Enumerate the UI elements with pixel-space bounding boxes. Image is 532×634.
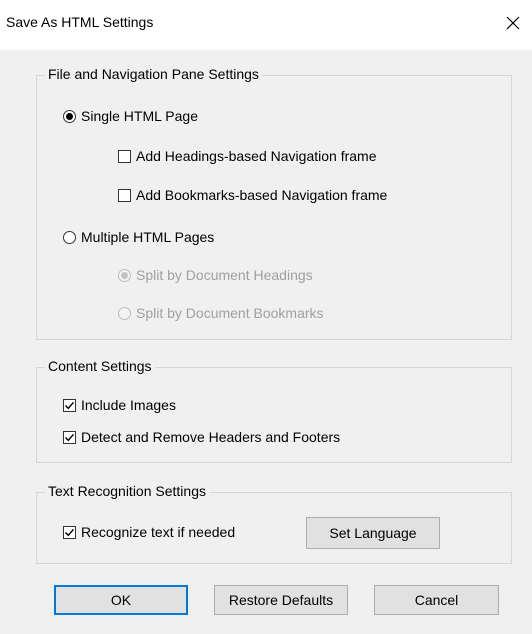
multiple-pages-label: Multiple HTML Pages [81, 229, 215, 245]
checkmark-icon [65, 528, 75, 536]
split-headings-radio[interactable]: Split by Document Headings [118, 267, 313, 283]
checkmark-icon [65, 401, 75, 409]
remove-headers-checkbox[interactable]: Detect and Remove Headers and Footers [63, 429, 340, 445]
split-bookmarks-radio[interactable]: Split by Document Bookmarks [118, 305, 324, 321]
text-recognition-legend: Text Recognition Settings [45, 483, 209, 499]
remove-headers-label: Detect and Remove Headers and Footers [81, 429, 341, 445]
checkmark-icon [65, 433, 75, 441]
single-page-radio-circle[interactable] [63, 109, 76, 123]
set-language-button[interactable]: Set Language [306, 517, 440, 549]
restore-defaults-button[interactable]: Restore Defaults [214, 585, 348, 615]
text-recognition-group: Text Recognition Settings Recognize text… [36, 483, 512, 564]
bookmarks-nav-checkbox-box[interactable] [118, 188, 131, 202]
multiple-pages-radio-circle[interactable] [63, 230, 76, 244]
content-group: Content Settings Include Images Detect a… [36, 358, 512, 463]
title-bar: Save As HTML Settings [0, 0, 532, 50]
cancel-button[interactable]: Cancel [374, 585, 499, 615]
recognize-text-checkbox-box[interactable] [63, 525, 76, 539]
recognize-text-checkbox[interactable]: Recognize text if needed [63, 524, 235, 540]
split-headings-label: Split by Document Headings [136, 267, 313, 283]
split-headings-radio-circle[interactable] [118, 268, 131, 282]
split-bookmarks-radio-circle[interactable] [118, 306, 131, 320]
split-bookmarks-label: Split by Document Bookmarks [136, 305, 324, 321]
headings-nav-checkbox[interactable]: Add Headings-based Navigation frame [118, 148, 376, 164]
remove-headers-checkbox-box[interactable] [63, 430, 76, 444]
single-page-label: Single HTML Page [81, 108, 198, 124]
bookmarks-nav-label: Add Bookmarks-based Navigation frame [136, 187, 388, 203]
include-images-checkbox[interactable]: Include Images [63, 397, 176, 413]
headings-nav-checkbox-box[interactable] [118, 149, 131, 163]
file-nav-legend: File and Navigation Pane Settings [45, 66, 262, 82]
dialog-title: Save As HTML Settings [6, 14, 154, 30]
bookmarks-nav-checkbox[interactable]: Add Bookmarks-based Navigation frame [118, 187, 387, 203]
include-images-checkbox-box[interactable] [63, 398, 76, 412]
recognize-text-label: Recognize text if needed [81, 524, 236, 540]
close-icon [506, 16, 520, 30]
single-page-radio[interactable]: Single HTML Page [63, 108, 198, 124]
file-nav-group: File and Navigation Pane Settings Single… [36, 66, 512, 340]
multiple-pages-radio[interactable]: Multiple HTML Pages [63, 229, 214, 245]
headings-nav-label: Add Headings-based Navigation frame [136, 148, 377, 164]
ok-button[interactable]: OK [54, 585, 188, 615]
close-button[interactable] [498, 8, 528, 38]
include-images-label: Include Images [81, 397, 176, 413]
content-legend: Content Settings [45, 358, 155, 374]
